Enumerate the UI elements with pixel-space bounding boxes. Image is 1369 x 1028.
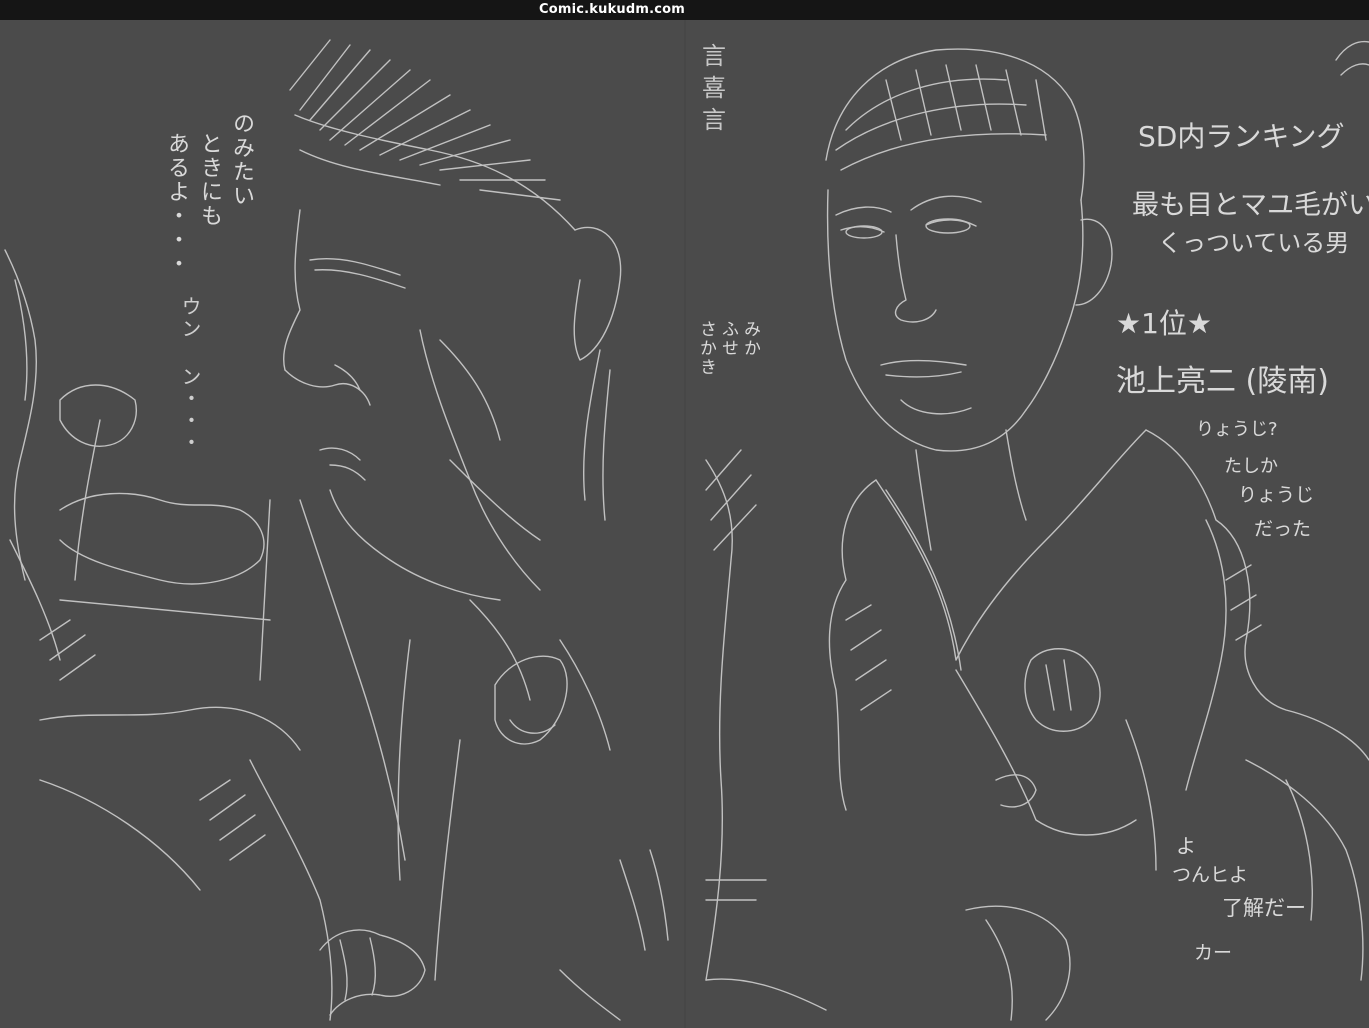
note-right-side-col1: みか	[740, 320, 760, 358]
bottom-note-line3: 了解だー	[1222, 896, 1306, 920]
site-title: Comic.kukudm.com	[538, 2, 686, 17]
comic-page-right[interactable]: 言 喜 言 みか ふせ さかき SD内ランキング 最も目とマユ毛がい くっついて…	[686, 20, 1369, 1028]
note-left-col1: のみたい	[229, 112, 254, 208]
comic-page-left[interactable]: のみたい ときにも あるよ・・・ ウン ン・・・	[0, 20, 686, 1028]
sketch-left-drawing	[4, 39, 669, 1021]
ranking-name: 池上亮二 (陵南)	[1116, 364, 1329, 399]
bottom-note-line4: カー	[1194, 942, 1233, 964]
note-left-col4: ウン ン・・・	[178, 296, 202, 454]
ranking-place: ★1位★	[1116, 307, 1213, 340]
comic-viewer[interactable]: のみたい ときにも あるよ・・・ ウン ン・・・ 言 喜 言 みか ふせ さかき…	[0, 20, 1369, 1028]
note-right-top-scribble: 言 喜 言	[702, 42, 726, 134]
ranking-comment1: りょうじ?	[1196, 419, 1278, 440]
title-bar: Comic.kukudm.com	[0, 0, 1369, 20]
bottom-note-line2: つんヒよ	[1172, 864, 1249, 886]
note-left-col3: あるよ・・・	[164, 132, 189, 276]
ranking-line2: くっついている男	[1158, 229, 1350, 257]
ranking-comment2: たしか	[1224, 456, 1278, 477]
ranking-heading: SD内ランキング	[1138, 120, 1345, 153]
note-left-col2: ときにも	[197, 132, 222, 228]
ranking-comment3: りょうじ	[1238, 484, 1315, 506]
ranking-comment4: だった	[1254, 518, 1312, 540]
note-right-side-col2: ふせ	[718, 320, 738, 358]
note-right-side-col3: さかき	[696, 320, 716, 377]
bottom-note-line1: よ	[1176, 834, 1196, 858]
ranking-line1: 最も目とマユ毛がい	[1132, 190, 1369, 221]
